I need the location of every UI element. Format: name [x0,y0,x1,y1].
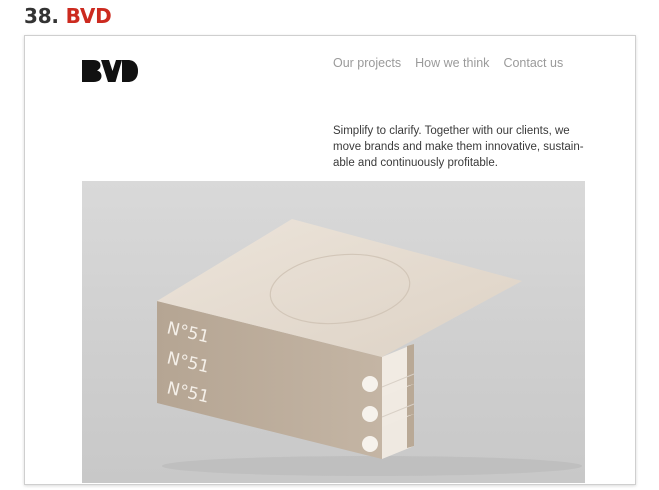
bvd-logo[interactable] [82,60,138,82]
spine-dot [362,376,378,392]
nav-contact-us[interactable]: Contact us [503,56,563,70]
spine-dot [362,436,378,452]
nav-our-projects[interactable]: Our projects [333,56,401,70]
spine-dot [362,406,378,422]
website-screenshot-frame: Our projects How we think Contact us Sim… [24,35,636,485]
tagline-line: Simplify to clarify. Together with our c… [333,125,570,137]
tagline-line: move brands and make them innovative, su… [333,141,584,153]
book-stack-illustration: N°51 N°51 N°51 [157,219,582,476]
nav-how-we-think[interactable]: How we think [415,56,489,70]
tagline: Simplify to clarify. Together with our c… [333,123,584,171]
article-heading: 38. BVD [24,3,112,29]
heading-number: 38. [24,4,59,28]
hero-image-books[interactable]: N°51 N°51 N°51 [82,181,585,483]
tagline-line: able and continuously profitable. [333,157,498,169]
heading-site-name[interactable]: BVD [66,4,112,28]
site-nav: Our projects How we think Contact us [333,56,563,70]
